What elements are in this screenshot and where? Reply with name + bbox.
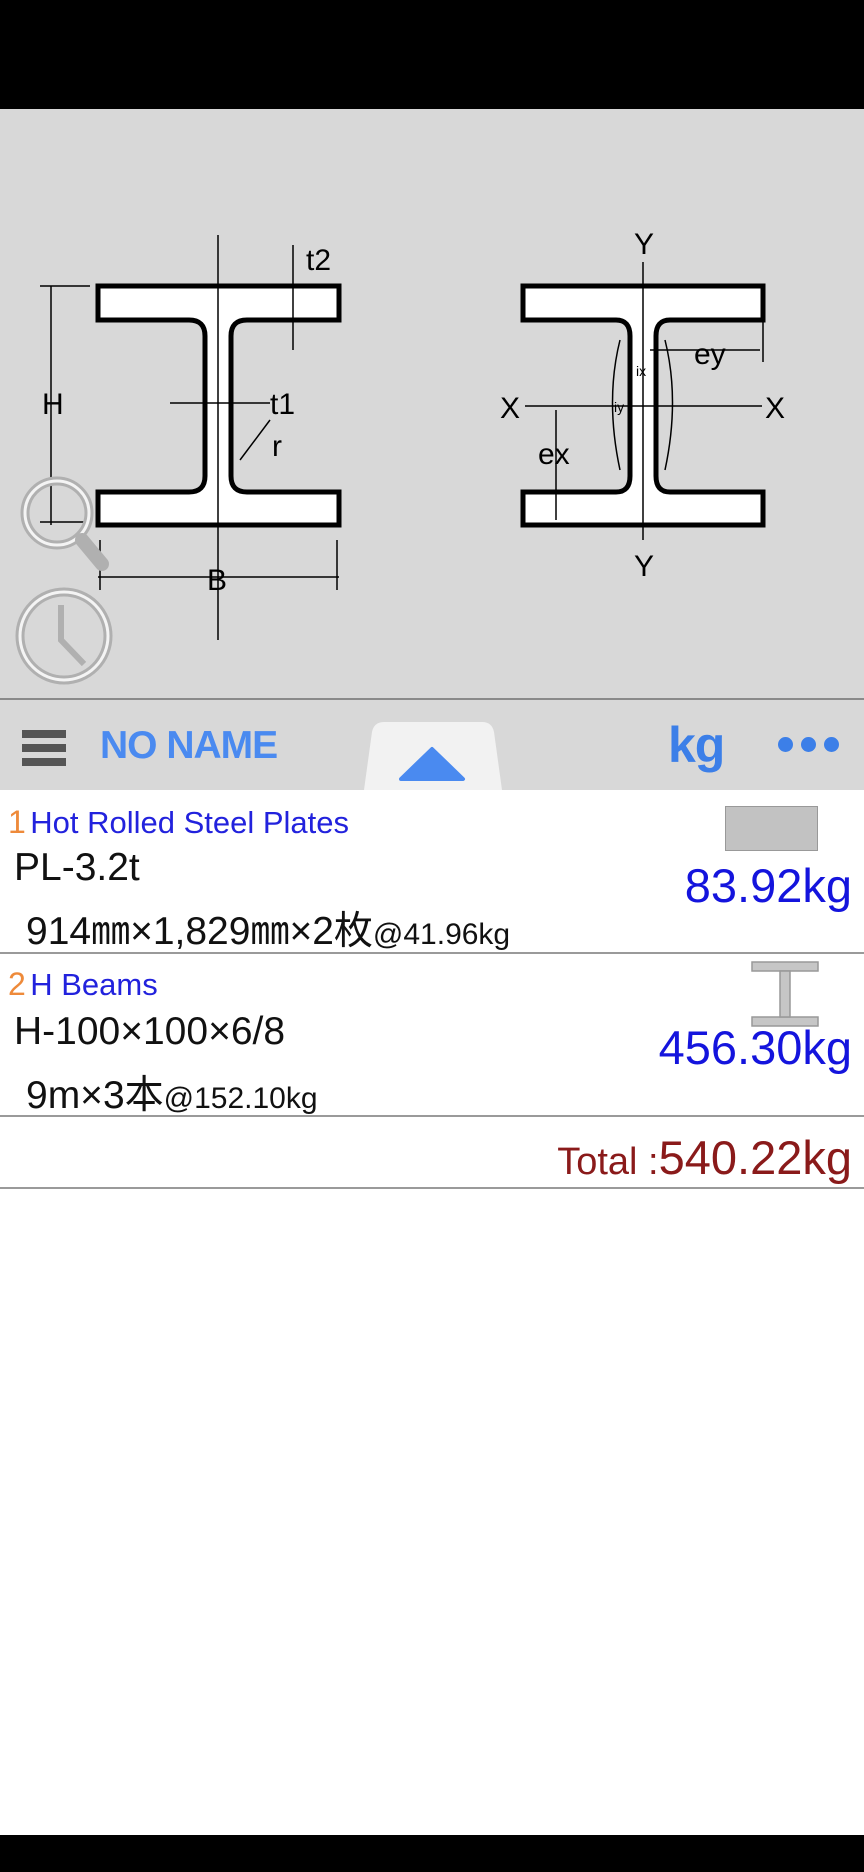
item-weight: 456.30kg: [658, 1021, 852, 1074]
document-name[interactable]: NO NAME: [100, 724, 278, 768]
expand-tab[interactable]: [364, 722, 502, 790]
navigation-bar: [0, 1835, 864, 1872]
hamburger-icon[interactable]: [22, 730, 66, 766]
item-weight: 83.92kg: [684, 859, 852, 912]
item-spec: H-100×100×6/8: [14, 1010, 286, 1053]
more-dots-icon[interactable]: [778, 734, 840, 756]
label-y-top: Y: [634, 228, 654, 261]
total-label: Total :: [557, 1141, 659, 1183]
item-category: H Beams: [30, 967, 158, 1002]
label-ey: ey: [694, 338, 726, 371]
label-x-left: X: [500, 392, 520, 425]
total-value: 540.22kg: [658, 1131, 852, 1184]
item-unit-weight: @41.96kg: [372, 918, 511, 951]
label-ex: ex: [538, 438, 570, 471]
label-b: B: [207, 564, 227, 597]
label-y-bottom: Y: [634, 550, 654, 583]
total: Total :540.22kg: [557, 1130, 852, 1185]
plate-icon: [725, 806, 818, 851]
label-ix: ix: [636, 363, 646, 379]
item-dims: 914㎜×1,829㎜×2枚: [26, 910, 373, 953]
clock-icon[interactable]: [15, 587, 113, 685]
item-category: Hot Rolled Steel Plates: [30, 805, 350, 840]
item-dims: 9m×3本: [26, 1074, 164, 1117]
list-item[interactable]: 2 H Beams H-100×100×6/8 9m×3本@152.10kg 4…: [0, 954, 864, 1117]
label-iy: iy: [614, 399, 624, 415]
label-h: H: [42, 388, 64, 421]
label-x-right: X: [765, 392, 785, 425]
section-diagram: t2 H t1 r B Y Y X X ex ey ix iy: [0, 109, 864, 700]
item-spec: PL-3.2t: [14, 846, 140, 889]
item-index: 2: [8, 966, 26, 1002]
item-unit-weight: @152.10kg: [163, 1082, 318, 1115]
unit-button[interactable]: kg: [668, 716, 725, 774]
label-t1: t1: [270, 388, 295, 421]
h-beam-diagram: t2 H t1 r B Y Y X X ex ey ix iy: [15, 228, 785, 685]
item-index: 1: [8, 804, 26, 840]
label-r: r: [272, 430, 282, 463]
label-t2: t2: [306, 244, 331, 277]
list-item[interactable]: 1 Hot Rolled Steel Plates PL-3.2t 914㎜×1…: [0, 790, 864, 954]
status-bar: [0, 0, 864, 109]
triangle-up-icon: [364, 722, 502, 790]
h-beam-icon: [751, 961, 819, 1027]
